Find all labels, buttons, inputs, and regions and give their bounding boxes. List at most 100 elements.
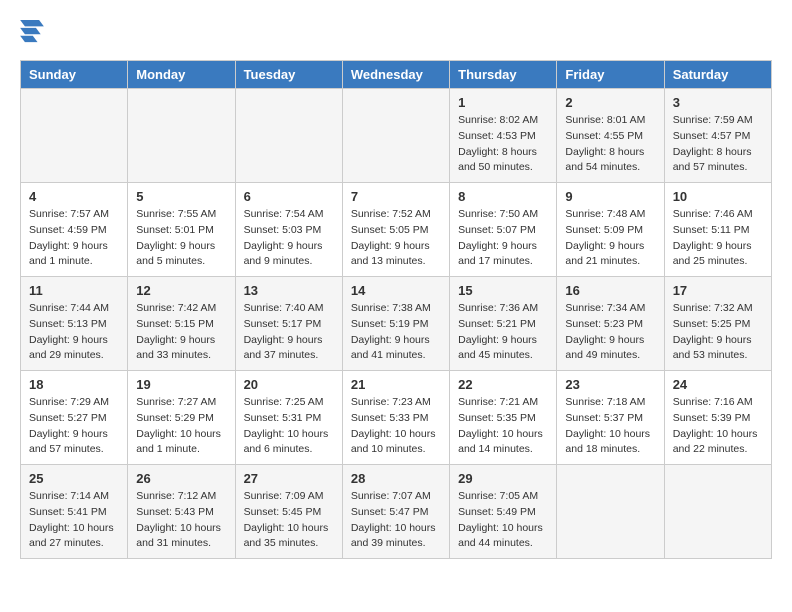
day-number: 23 — [565, 377, 655, 392]
day-info: Sunrise: 7:21 AMSunset: 5:35 PMDaylight:… — [458, 395, 548, 458]
day-info: Sunrise: 7:18 AMSunset: 5:37 PMDaylight:… — [565, 395, 655, 458]
day-number: 14 — [351, 283, 441, 298]
day-number: 6 — [244, 189, 334, 204]
day-number: 29 — [458, 471, 548, 486]
day-number: 28 — [351, 471, 441, 486]
calendar-cell: 28 Sunrise: 7:07 AMSunset: 5:47 PMDayligh… — [342, 465, 449, 559]
day-header-monday: Monday — [128, 61, 235, 89]
calendar-week-row: 18 Sunrise: 7:29 AMSunset: 5:27 PMDayligh… — [21, 371, 772, 465]
calendar-cell — [557, 465, 664, 559]
day-info: Sunrise: 7:50 AMSunset: 5:07 PMDaylight:… — [458, 207, 548, 270]
calendar-cell — [342, 89, 449, 183]
calendar-cell — [664, 465, 771, 559]
day-number: 13 — [244, 283, 334, 298]
calendar-week-row: 1 Sunrise: 8:02 AMSunset: 4:53 PMDaylight… — [21, 89, 772, 183]
calendar-week-row: 11 Sunrise: 7:44 AMSunset: 5:13 PMDayligh… — [21, 277, 772, 371]
day-number: 11 — [29, 283, 119, 298]
day-info: Sunrise: 7:36 AMSunset: 5:21 PMDaylight:… — [458, 301, 548, 364]
day-number: 25 — [29, 471, 119, 486]
day-info: Sunrise: 8:02 AMSunset: 4:53 PMDaylight:… — [458, 113, 548, 176]
calendar-cell: 20Sunrise: 7:25 AMSunset: 5:31 PMDayligh… — [235, 371, 342, 465]
calendar-cell: 26 Sunrise: 7:12 AMSunset: 5:43 PMDayligh… — [128, 465, 235, 559]
day-number: 16 — [565, 283, 655, 298]
logo — [20, 20, 48, 50]
day-info: Sunrise: 7:23 AMSunset: 5:33 PMDaylight:… — [351, 395, 441, 458]
calendar-week-row: 25 Sunrise: 7:14 AMSunset: 5:41 PMDayligh… — [21, 465, 772, 559]
calendar-cell: 19 Sunrise: 7:27 AMSunset: 5:29 PMDayligh… — [128, 371, 235, 465]
calendar-cell: 14 Sunrise: 7:38 AMSunset: 5:19 PMDayligh… — [342, 277, 449, 371]
day-number: 22 — [458, 377, 548, 392]
day-number: 18 — [29, 377, 119, 392]
day-info: Sunrise: 8:01 AMSunset: 4:55 PMDaylight:… — [565, 113, 655, 176]
calendar-cell: 18 Sunrise: 7:29 AMSunset: 5:27 PMDayligh… — [21, 371, 128, 465]
calendar-cell: 23 Sunrise: 7:18 AMSunset: 5:37 PMDayligh… — [557, 371, 664, 465]
day-number: 7 — [351, 189, 441, 204]
day-header-saturday: Saturday — [664, 61, 771, 89]
logo-icon — [20, 20, 44, 50]
day-number: 19 — [136, 377, 226, 392]
day-number: 3 — [673, 95, 763, 110]
day-header-wednesday: Wednesday — [342, 61, 449, 89]
day-info: Sunrise: 7:34 AMSunset: 5:23 PMDaylight:… — [565, 301, 655, 364]
day-info: Sunrise: 7:48 AMSunset: 5:09 PMDaylight:… — [565, 207, 655, 270]
calendar-cell: 12 Sunrise: 7:42 AMSunset: 5:15 PMDayligh… — [128, 277, 235, 371]
day-number: 12 — [136, 283, 226, 298]
calendar-cell: 1 Sunrise: 8:02 AMSunset: 4:53 PMDaylight… — [450, 89, 557, 183]
day-info: Sunrise: 7:54 AMSunset: 5:03 PMDaylight:… — [244, 207, 334, 270]
day-number: 15 — [458, 283, 548, 298]
day-info: Sunrise: 7:14 AMSunset: 5:41 PMDaylight:… — [29, 489, 119, 552]
day-number: 1 — [458, 95, 548, 110]
day-number: 10 — [673, 189, 763, 204]
calendar-cell: 7 Sunrise: 7:52 AMSunset: 5:05 PMDaylight… — [342, 183, 449, 277]
calendar-cell: 21 Sunrise: 7:23 AMSunset: 5:33 PMDayligh… — [342, 371, 449, 465]
calendar-cell: 13 Sunrise: 7:40 AMSunset: 5:17 PMDayligh… — [235, 277, 342, 371]
day-info: Sunrise: 7:32 AMSunset: 5:25 PMDaylight:… — [673, 301, 763, 364]
calendar-cell: 11 Sunrise: 7:44 AMSunset: 5:13 PMDayligh… — [21, 277, 128, 371]
day-info: Sunrise: 7:42 AMSunset: 5:15 PMDaylight:… — [136, 301, 226, 364]
calendar-cell: 16 Sunrise: 7:34 AMSunset: 5:23 PMDayligh… — [557, 277, 664, 371]
day-number: 9 — [565, 189, 655, 204]
calendar-cell: 22 Sunrise: 7:21 AMSunset: 5:35 PMDayligh… — [450, 371, 557, 465]
calendar-cell: 24 Sunrise: 7:16 AMSunset: 5:39 PMDayligh… — [664, 371, 771, 465]
day-info: Sunrise: 7:59 AMSunset: 4:57 PMDaylight:… — [673, 113, 763, 176]
calendar-header-row: SundayMondayTuesdayWednesdayThursdayFrid… — [21, 61, 772, 89]
day-info: Sunrise: 7:07 AMSunset: 5:47 PMDaylight:… — [351, 489, 441, 552]
calendar-cell: 2 Sunrise: 8:01 AMSunset: 4:55 PMDaylight… — [557, 89, 664, 183]
day-header-sunday: Sunday — [21, 61, 128, 89]
day-number: 2 — [565, 95, 655, 110]
calendar-cell — [235, 89, 342, 183]
day-info: Sunrise: 7:29 AMSunset: 5:27 PMDaylight:… — [29, 395, 119, 458]
day-info: Sunrise: 7:46 AMSunset: 5:11 PMDaylight:… — [673, 207, 763, 270]
calendar-cell: 6 Sunrise: 7:54 AMSunset: 5:03 PMDaylight… — [235, 183, 342, 277]
day-info: Sunrise: 7:09 AMSunset: 5:45 PMDaylight:… — [244, 489, 334, 552]
day-info: Sunrise: 7:16 AMSunset: 5:39 PMDaylight:… — [673, 395, 763, 458]
day-number: 24 — [673, 377, 763, 392]
page-header — [20, 20, 772, 50]
day-header-thursday: Thursday — [450, 61, 557, 89]
day-info: Sunrise: 7:44 AMSunset: 5:13 PMDaylight:… — [29, 301, 119, 364]
day-info: Sunrise: 7:12 AMSunset: 5:43 PMDaylight:… — [136, 489, 226, 552]
day-number: 21 — [351, 377, 441, 392]
calendar-cell: 10 Sunrise: 7:46 AMSunset: 5:11 PMDayligh… — [664, 183, 771, 277]
day-info: Sunrise: 7:25 AMSunset: 5:31 PMDaylight:… — [244, 395, 334, 458]
day-info: Sunrise: 7:38 AMSunset: 5:19 PMDaylight:… — [351, 301, 441, 364]
day-info: Sunrise: 7:05 AMSunset: 5:49 PMDaylight:… — [458, 489, 548, 552]
day-number: 5 — [136, 189, 226, 204]
calendar-cell: 15 Sunrise: 7:36 AMSunset: 5:21 PMDayligh… — [450, 277, 557, 371]
day-info: Sunrise: 7:40 AMSunset: 5:17 PMDaylight:… — [244, 301, 334, 364]
calendar-cell: 9 Sunrise: 7:48 AMSunset: 5:09 PMDaylight… — [557, 183, 664, 277]
day-number: 17 — [673, 283, 763, 298]
day-info: Sunrise: 7:52 AMSunset: 5:05 PMDaylight:… — [351, 207, 441, 270]
calendar-cell: 25 Sunrise: 7:14 AMSunset: 5:41 PMDayligh… — [21, 465, 128, 559]
day-number: 27 — [244, 471, 334, 486]
calendar-cell — [128, 89, 235, 183]
day-info: Sunrise: 7:27 AMSunset: 5:29 PMDaylight:… — [136, 395, 226, 458]
calendar-cell: 5Sunrise: 7:55 AMSunset: 5:01 PMDaylight… — [128, 183, 235, 277]
calendar-table: SundayMondayTuesdayWednesdayThursdayFrid… — [20, 60, 772, 559]
calendar-cell: 17 Sunrise: 7:32 AMSunset: 5:25 PMDayligh… — [664, 277, 771, 371]
calendar-cell: 8Sunrise: 7:50 AMSunset: 5:07 PMDaylight… — [450, 183, 557, 277]
calendar-week-row: 4Sunrise: 7:57 AMSunset: 4:59 PMDaylight… — [21, 183, 772, 277]
calendar-cell: 4Sunrise: 7:57 AMSunset: 4:59 PMDaylight… — [21, 183, 128, 277]
day-info: Sunrise: 7:57 AMSunset: 4:59 PMDaylight:… — [29, 207, 119, 270]
day-number: 26 — [136, 471, 226, 486]
